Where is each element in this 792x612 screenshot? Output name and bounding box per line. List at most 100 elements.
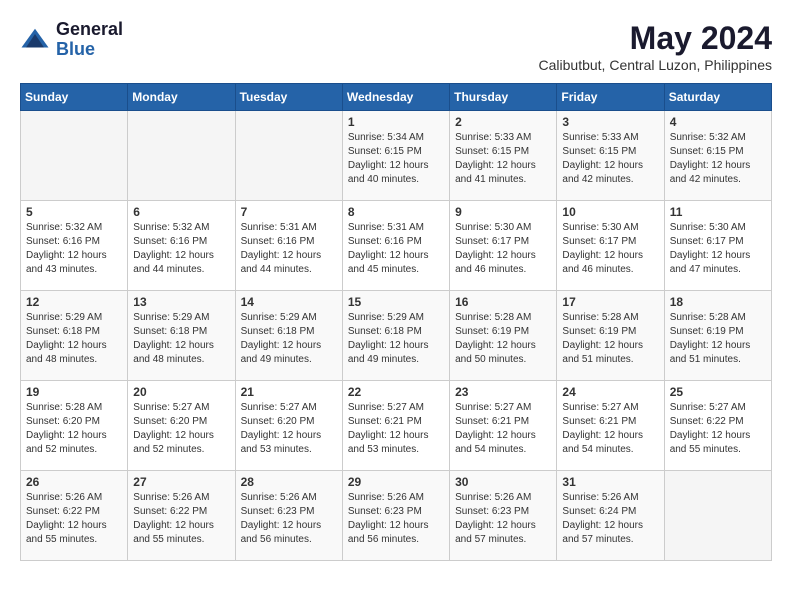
day-number: 27 bbox=[133, 475, 229, 489]
calendar-cell: 5 Sunrise: 5:32 AM Sunset: 6:16 PM Daylig… bbox=[21, 201, 128, 291]
day-info: Sunrise: 5:29 AM Sunset: 6:18 PM Dayligh… bbox=[241, 311, 337, 367]
calendar-cell: 19 Sunrise: 5:28 AM Sunset: 6:20 PM Dayli… bbox=[21, 381, 128, 471]
day-info: Sunrise: 5:29 AM Sunset: 6:18 PM Dayligh… bbox=[348, 311, 444, 367]
calendar-cell: 20 Sunrise: 5:27 AM Sunset: 6:20 PM Dayli… bbox=[128, 381, 235, 471]
day-number: 4 bbox=[670, 115, 766, 129]
calendar-cell: 16 Sunrise: 5:28 AM Sunset: 6:19 PM Dayli… bbox=[450, 291, 557, 381]
day-number: 30 bbox=[455, 475, 551, 489]
page-header: General Blue May 2024 Calibutbut, Centra… bbox=[20, 20, 772, 73]
day-number: 6 bbox=[133, 205, 229, 219]
calendar-cell: 28Sunrise: 5:26 AM Sunset: 6:23 PM Dayli… bbox=[235, 471, 342, 561]
day-number: 24 bbox=[562, 385, 658, 399]
calendar-cell: 29Sunrise: 5:26 AM Sunset: 6:23 PM Dayli… bbox=[342, 471, 449, 561]
day-number: 23 bbox=[455, 385, 551, 399]
day-number: 19 bbox=[26, 385, 122, 399]
day-info: Sunrise: 5:31 AM Sunset: 6:16 PM Dayligh… bbox=[241, 221, 337, 277]
calendar-cell: 8 Sunrise: 5:31 AM Sunset: 6:16 PM Daylig… bbox=[342, 201, 449, 291]
calendar-cell: 2Sunrise: 5:33 AM Sunset: 6:15 PM Daylig… bbox=[450, 111, 557, 201]
day-number: 15 bbox=[348, 295, 444, 309]
calendar-week-row: 5 Sunrise: 5:32 AM Sunset: 6:16 PM Daylig… bbox=[21, 201, 772, 291]
calendar-cell: 13Sunrise: 5:29 AM Sunset: 6:18 PM Dayli… bbox=[128, 291, 235, 381]
day-number: 25 bbox=[670, 385, 766, 399]
calendar-cell: 3 Sunrise: 5:33 AM Sunset: 6:15 PM Daylig… bbox=[557, 111, 664, 201]
header-wednesday: Wednesday bbox=[342, 84, 449, 111]
header-tuesday: Tuesday bbox=[235, 84, 342, 111]
header-sunday: Sunday bbox=[21, 84, 128, 111]
calendar-cell: 14 Sunrise: 5:29 AM Sunset: 6:18 PM Dayli… bbox=[235, 291, 342, 381]
calendar-cell: 18 Sunrise: 5:28 AM Sunset: 6:19 PM Dayli… bbox=[664, 291, 771, 381]
calendar-cell: 11 Sunrise: 5:30 AM Sunset: 6:17 PM Dayli… bbox=[664, 201, 771, 291]
day-info: Sunrise: 5:28 AM Sunset: 6:20 PM Dayligh… bbox=[26, 401, 122, 457]
day-number: 16 bbox=[455, 295, 551, 309]
calendar-cell: 6 Sunrise: 5:32 AM Sunset: 6:16 PM Daylig… bbox=[128, 201, 235, 291]
header-monday: Monday bbox=[128, 84, 235, 111]
day-info: Sunrise: 5:31 AM Sunset: 6:16 PM Dayligh… bbox=[348, 221, 444, 277]
calendar-cell: 10Sunrise: 5:30 AM Sunset: 6:17 PM Dayli… bbox=[557, 201, 664, 291]
day-number: 29 bbox=[348, 475, 444, 489]
calendar-cell: 31 Sunrise: 5:26 AM Sunset: 6:24 PM Dayli… bbox=[557, 471, 664, 561]
day-number: 9 bbox=[455, 205, 551, 219]
day-info: Sunrise: 5:27 AM Sunset: 6:20 PM Dayligh… bbox=[241, 401, 337, 457]
day-number: 12 bbox=[26, 295, 122, 309]
calendar-header-row: SundayMondayTuesdayWednesdayThursdayFrid… bbox=[21, 84, 772, 111]
calendar-week-row: 12 Sunrise: 5:29 AM Sunset: 6:18 PM Dayli… bbox=[21, 291, 772, 381]
day-info: Sunrise: 5:30 AM Sunset: 6:17 PM Dayligh… bbox=[455, 221, 551, 277]
calendar-week-row: 19 Sunrise: 5:28 AM Sunset: 6:20 PM Dayli… bbox=[21, 381, 772, 471]
day-number: 26 bbox=[26, 475, 122, 489]
day-number: 5 bbox=[26, 205, 122, 219]
day-number: 2 bbox=[455, 115, 551, 129]
day-info: Sunrise: 5:26 AM Sunset: 6:23 PM Dayligh… bbox=[455, 491, 551, 547]
day-info: Sunrise: 5:26 AM Sunset: 6:22 PM Dayligh… bbox=[26, 491, 122, 547]
logo: General Blue bbox=[20, 20, 123, 60]
day-number: 1 bbox=[348, 115, 444, 129]
day-info: Sunrise: 5:27 AM Sunset: 6:21 PM Dayligh… bbox=[455, 401, 551, 457]
calendar-cell: 25 Sunrise: 5:27 AM Sunset: 6:22 PM Dayli… bbox=[664, 381, 771, 471]
day-info: Sunrise: 5:27 AM Sunset: 6:21 PM Dayligh… bbox=[562, 401, 658, 457]
calendar-cell: 1 Sunrise: 5:34 AM Sunset: 6:15 PM Daylig… bbox=[342, 111, 449, 201]
day-number: 21 bbox=[241, 385, 337, 399]
day-info: Sunrise: 5:29 AM Sunset: 6:18 PM Dayligh… bbox=[26, 311, 122, 367]
day-number: 20 bbox=[133, 385, 229, 399]
day-number: 7 bbox=[241, 205, 337, 219]
calendar-week-row: 1 Sunrise: 5:34 AM Sunset: 6:15 PM Daylig… bbox=[21, 111, 772, 201]
day-info: Sunrise: 5:27 AM Sunset: 6:20 PM Dayligh… bbox=[133, 401, 229, 457]
day-info: Sunrise: 5:32 AM Sunset: 6:16 PM Dayligh… bbox=[133, 221, 229, 277]
day-number: 8 bbox=[348, 205, 444, 219]
calendar-cell bbox=[664, 471, 771, 561]
calendar-cell: 15 Sunrise: 5:29 AM Sunset: 6:18 PM Dayli… bbox=[342, 291, 449, 381]
calendar-cell bbox=[128, 111, 235, 201]
day-info: Sunrise: 5:33 AM Sunset: 6:15 PM Dayligh… bbox=[562, 131, 658, 187]
calendar-table: SundayMondayTuesdayWednesdayThursdayFrid… bbox=[20, 83, 772, 561]
day-info: Sunrise: 5:26 AM Sunset: 6:24 PM Dayligh… bbox=[562, 491, 658, 547]
main-title: May 2024 bbox=[539, 20, 772, 57]
day-info: Sunrise: 5:32 AM Sunset: 6:15 PM Dayligh… bbox=[670, 131, 766, 187]
day-info: Sunrise: 5:27 AM Sunset: 6:22 PM Dayligh… bbox=[670, 401, 766, 457]
logo-blue-text: Blue bbox=[56, 40, 123, 60]
calendar-cell: 26 Sunrise: 5:26 AM Sunset: 6:22 PM Dayli… bbox=[21, 471, 128, 561]
day-number: 31 bbox=[562, 475, 658, 489]
subtitle: Calibutbut, Central Luzon, Philippines bbox=[539, 57, 772, 73]
day-number: 13 bbox=[133, 295, 229, 309]
day-info: Sunrise: 5:26 AM Sunset: 6:22 PM Dayligh… bbox=[133, 491, 229, 547]
header-saturday: Saturday bbox=[664, 84, 771, 111]
calendar-cell: 21 Sunrise: 5:27 AM Sunset: 6:20 PM Dayli… bbox=[235, 381, 342, 471]
day-info: Sunrise: 5:30 AM Sunset: 6:17 PM Dayligh… bbox=[670, 221, 766, 277]
day-info: Sunrise: 5:27 AM Sunset: 6:21 PM Dayligh… bbox=[348, 401, 444, 457]
day-number: 18 bbox=[670, 295, 766, 309]
day-info: Sunrise: 5:34 AM Sunset: 6:15 PM Dayligh… bbox=[348, 131, 444, 187]
calendar-cell: 17Sunrise: 5:28 AM Sunset: 6:19 PM Dayli… bbox=[557, 291, 664, 381]
header-thursday: Thursday bbox=[450, 84, 557, 111]
day-number: 14 bbox=[241, 295, 337, 309]
day-info: Sunrise: 5:30 AM Sunset: 6:17 PM Dayligh… bbox=[562, 221, 658, 277]
calendar-cell: 24 Sunrise: 5:27 AM Sunset: 6:21 PM Dayli… bbox=[557, 381, 664, 471]
calendar-cell: 4 Sunrise: 5:32 AM Sunset: 6:15 PM Daylig… bbox=[664, 111, 771, 201]
title-block: May 2024 Calibutbut, Central Luzon, Phil… bbox=[539, 20, 772, 73]
day-number: 3 bbox=[562, 115, 658, 129]
header-friday: Friday bbox=[557, 84, 664, 111]
day-number: 17 bbox=[562, 295, 658, 309]
day-info: Sunrise: 5:28 AM Sunset: 6:19 PM Dayligh… bbox=[455, 311, 551, 367]
calendar-week-row: 26 Sunrise: 5:26 AM Sunset: 6:22 PM Dayli… bbox=[21, 471, 772, 561]
day-number: 11 bbox=[670, 205, 766, 219]
day-info: Sunrise: 5:28 AM Sunset: 6:19 PM Dayligh… bbox=[670, 311, 766, 367]
day-info: Sunrise: 5:32 AM Sunset: 6:16 PM Dayligh… bbox=[26, 221, 122, 277]
